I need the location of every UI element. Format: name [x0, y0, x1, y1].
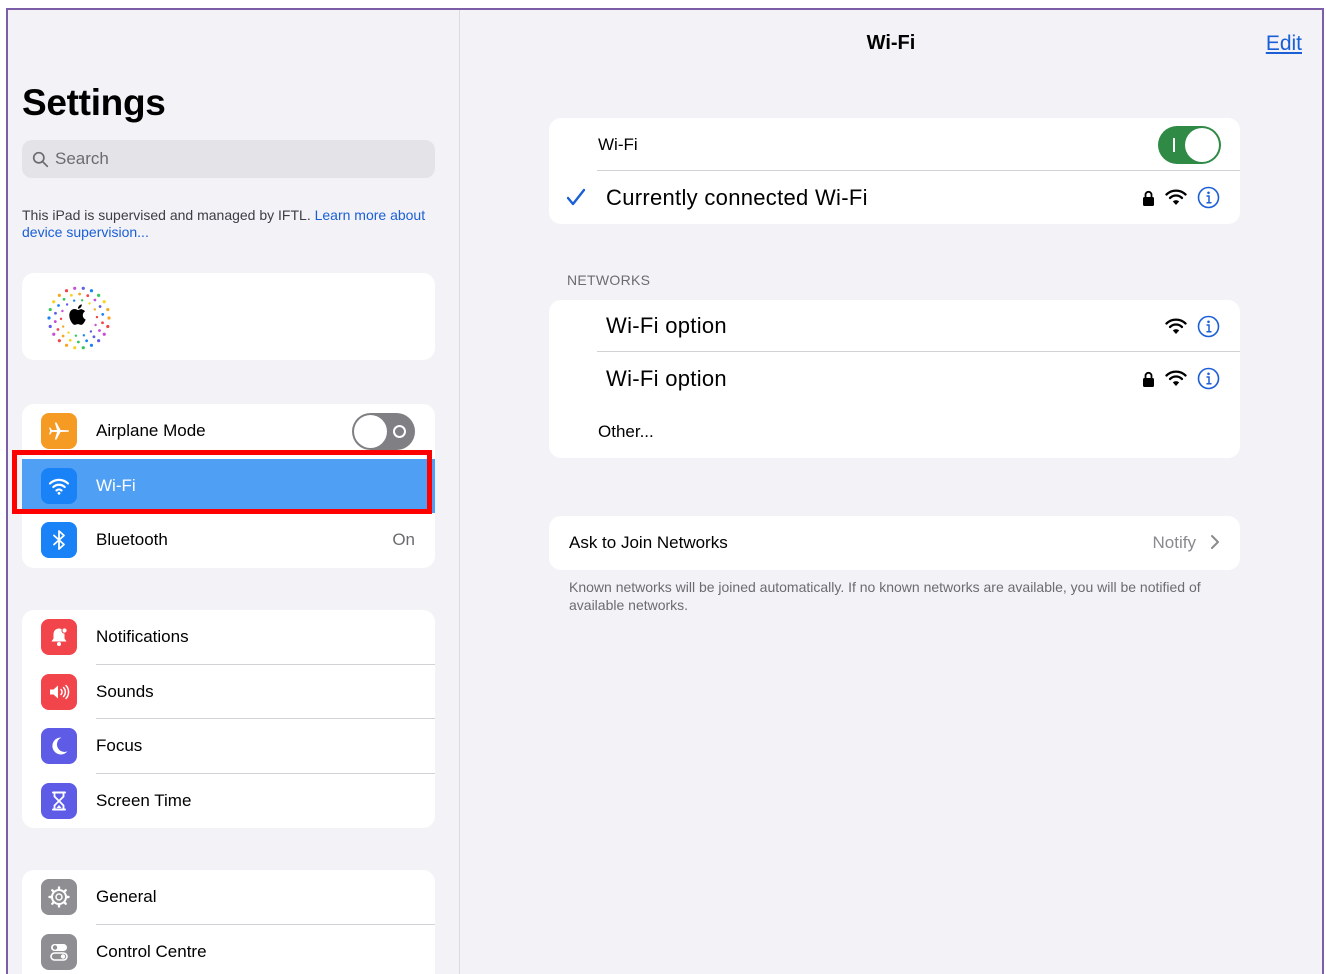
sidebar-item-label: Bluetooth: [96, 530, 168, 550]
connected-network-row[interactable]: Currently connected Wi-Fi: [549, 171, 1240, 224]
network-name: Wi-Fi option: [606, 313, 727, 338]
lock-icon: [1143, 190, 1154, 206]
chevron-right-icon: [1211, 535, 1219, 549]
sidebar-item-screen-time[interactable]: Screen Time: [22, 774, 435, 829]
hourglass-icon: [41, 782, 77, 819]
sidebar-item-airplane-mode[interactable]: Airplane Mode: [22, 404, 435, 459]
sidebar-title: Settings: [22, 82, 166, 123]
sidebar-item-label: Notifications: [96, 627, 189, 647]
wifi-icon: [41, 467, 77, 504]
networks-card: Wi-Fi option Wi-Fi option Other...: [549, 300, 1240, 458]
settings-window: Settings Search This iPad is supervised …: [6, 8, 1324, 974]
wifi-signal-icon: [1165, 318, 1187, 334]
network-row[interactable]: Wi-Fi option: [549, 300, 1240, 352]
ask-to-join-label: Ask to Join Networks: [569, 533, 728, 552]
sidebar-item-label: Control Centre: [96, 941, 207, 961]
gear-icon: [41, 879, 77, 916]
page-title: Wi-Fi: [866, 32, 916, 54]
sidebar-item-notifications[interactable]: Notifications: [22, 610, 435, 665]
networks-section-header: NETWORKS: [567, 272, 651, 288]
checkmark-icon: [566, 188, 586, 206]
bluetooth-status: On: [392, 530, 415, 550]
airplane-mode-toggle[interactable]: [352, 412, 415, 450]
sidebar-item-sounds[interactable]: Sounds: [22, 665, 435, 719]
speaker-icon: [41, 673, 77, 710]
wifi-signal-icon: [1165, 370, 1187, 386]
connectivity-group: Airplane Mode Wi-Fi Bluetooth On: [22, 404, 435, 568]
sidebar-item-label: Focus: [96, 736, 143, 756]
sidebar-item-control-centre[interactable]: Control Centre: [22, 925, 435, 974]
sidebar-item-label: Sounds: [96, 681, 154, 701]
supervision-text: This iPad is supervised and managed by I…: [22, 207, 311, 223]
wifi-label: Wi-Fi: [598, 134, 638, 154]
connected-network-name: Currently connected Wi-Fi: [606, 184, 868, 210]
other-network-row[interactable]: Other...: [549, 405, 1240, 458]
sidebar-item-focus[interactable]: Focus: [22, 719, 435, 774]
other-network-label: Other...: [598, 421, 654, 441]
sidebar-item-label: Screen Time: [96, 790, 192, 810]
ask-to-join-value: Notify: [1152, 533, 1196, 552]
moon-icon: [41, 728, 77, 765]
sidebar-item-label: Airplane Mode: [96, 421, 206, 441]
supervision-notice: This iPad is supervised and managed by I…: [22, 207, 437, 241]
wifi-signal-icon: [1165, 189, 1187, 205]
wifi-toggle-row: Wi-Fi: [549, 118, 1240, 171]
sidebar-item-label: Wi-Fi: [96, 475, 136, 495]
sidebar-item-label: General: [96, 887, 157, 907]
apple-account-card[interactable]: [22, 273, 435, 360]
edit-button[interactable]: Edit: [1266, 32, 1302, 56]
ask-to-join-row[interactable]: Ask to Join Networks Notify: [549, 516, 1240, 570]
bluetooth-icon: [41, 522, 77, 559]
sidebar-item-general[interactable]: General: [22, 870, 435, 925]
lock-icon: [1143, 371, 1154, 387]
search-icon: [32, 151, 49, 167]
sidebar: Settings Search This iPad is supervised …: [8, 10, 460, 974]
search-placeholder: Search: [55, 149, 109, 168]
network-name: Wi-Fi option: [606, 365, 727, 391]
toggles-icon: [41, 933, 77, 970]
wifi-toggle[interactable]: [1158, 125, 1221, 164]
wifi-detail-pane: Wi-Fi Edit Wi-Fi Currently connected Wi-…: [460, 10, 1322, 974]
airplane-icon: [41, 413, 77, 450]
info-icon[interactable]: [1197, 186, 1220, 209]
network-row[interactable]: Wi-Fi option: [549, 352, 1240, 405]
sidebar-item-bluetooth[interactable]: Bluetooth On: [22, 513, 435, 568]
info-icon[interactable]: [1197, 367, 1220, 390]
info-icon[interactable]: [1197, 315, 1220, 338]
ask-to-join-footnote: Known networks will be joined automatica…: [569, 579, 1201, 613]
notifications-group: Notifications Sounds Focus Screen Time: [22, 610, 435, 828]
bell-icon: [41, 619, 77, 656]
wifi-status-card: Wi-Fi Currently connected Wi-Fi: [549, 118, 1240, 224]
search-field[interactable]: Search: [22, 140, 435, 178]
apple-logo-icon: [47, 286, 111, 350]
general-group: General Control Centre: [22, 870, 435, 974]
sidebar-item-wifi[interactable]: Wi-Fi: [22, 458, 435, 513]
